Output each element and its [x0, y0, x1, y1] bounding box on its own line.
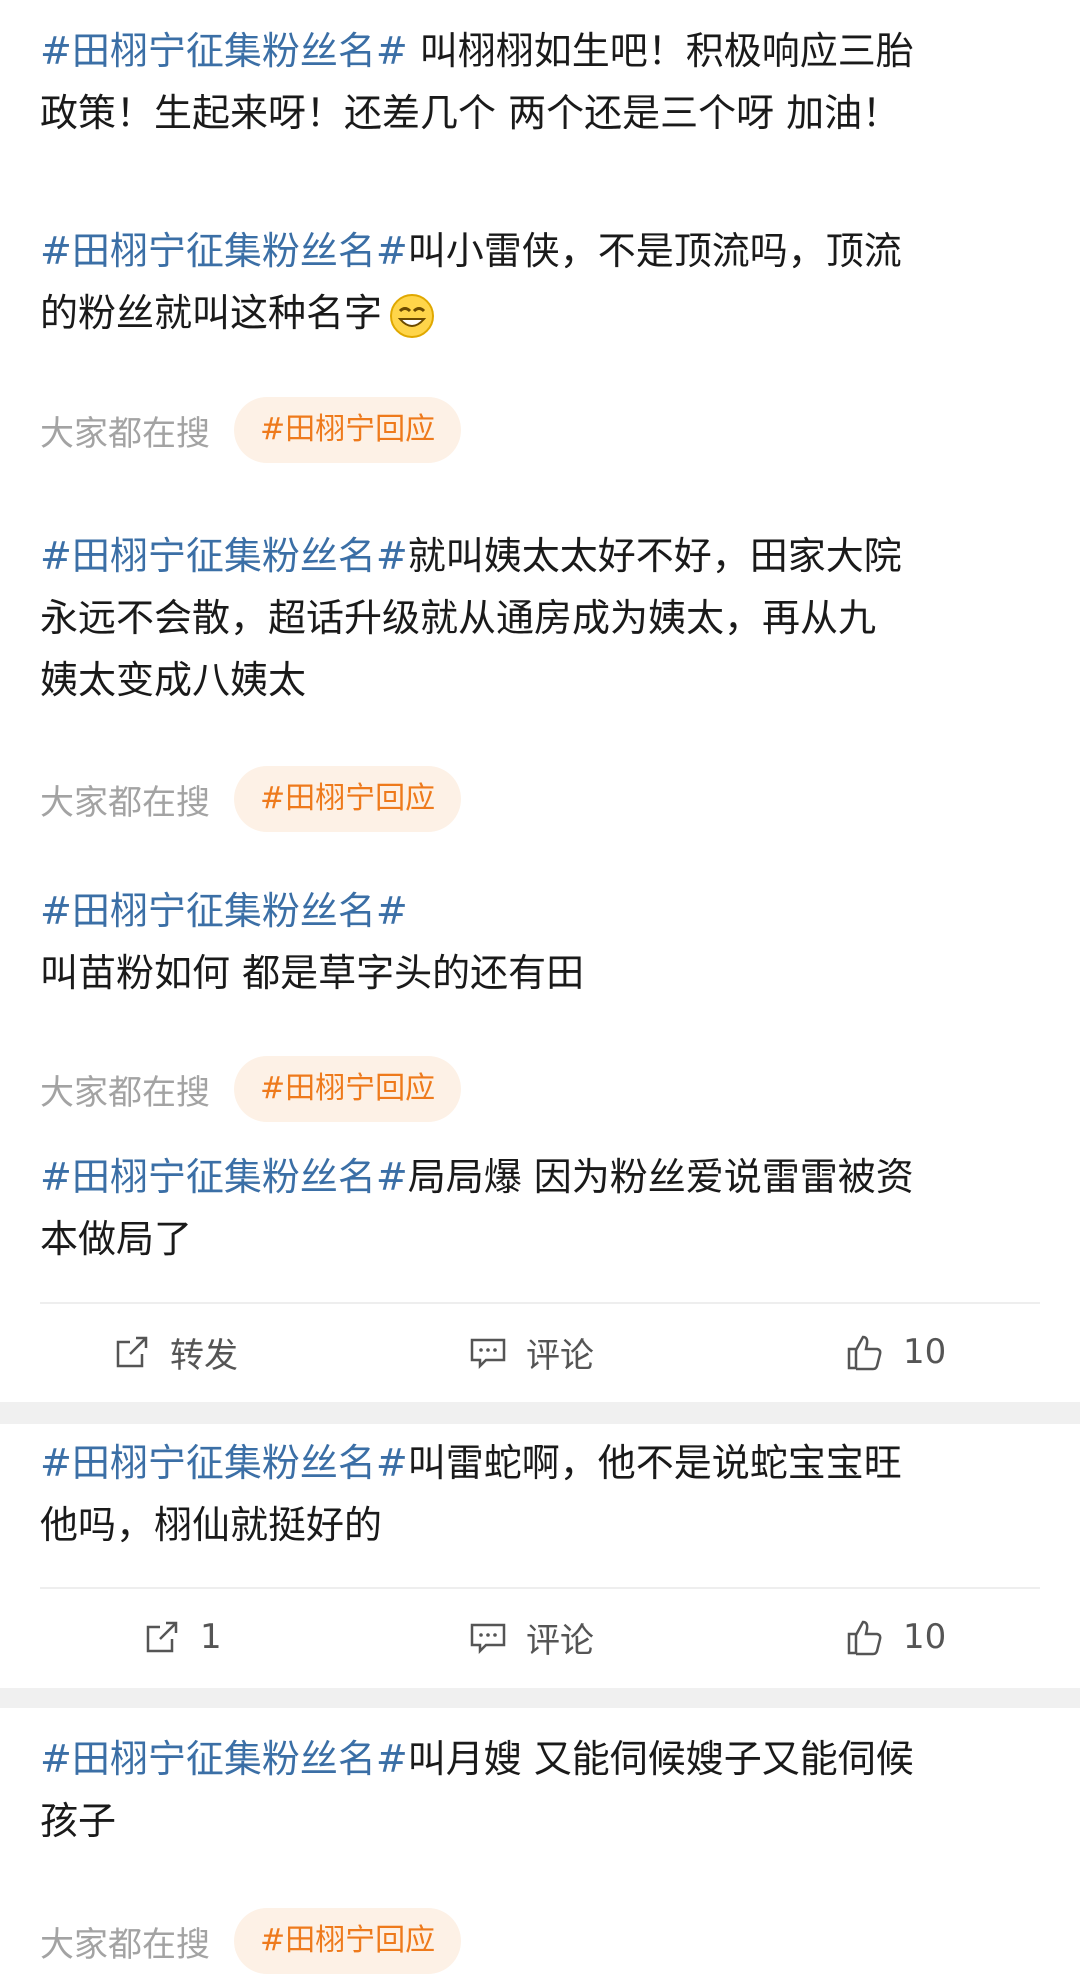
- post-text-line: 叫月嫂 又能伺候嫂子又能伺候: [407, 1737, 914, 1781]
- post-3: #田栩宁征集粉丝名#就叫姨太太好不好，田家大院 永远不会散，超话升级就从通房成为…: [40, 525, 1050, 711]
- trending-search-tag[interactable]: #田栩宁回应: [234, 1908, 462, 1974]
- thumbs-up-icon: [847, 1620, 882, 1656]
- post-text-line: 叫苗粉如何 都是草字头的还有田: [40, 951, 585, 995]
- thumbs-up-icon: [847, 1335, 882, 1371]
- post-4: #田栩宁征集粉丝名# 叫苗粉如何 都是草字头的还有田: [40, 880, 1050, 1004]
- divider: [40, 1587, 1040, 1589]
- post-text-line: 局局爆 因为粉丝爱说雷雷被资: [407, 1155, 914, 1199]
- trending-search-row: 大家都在搜 #田栩宁回应: [40, 1056, 462, 1122]
- post-text: #田栩宁征集粉丝名#叫小雷侠，不是顶流吗，顶流 的粉丝就叫这种名字: [40, 220, 1050, 344]
- trending-search-label: 大家都在搜: [40, 1072, 210, 1113]
- post-text: #田栩宁征集粉丝名#就叫姨太太好不好，田家大院 永远不会散，超话升级就从通房成为…: [40, 525, 1050, 711]
- repost-label: 转发: [170, 1335, 238, 1376]
- post-text: #田栩宁征集粉丝名# 叫栩栩如生吧！积极响应三胎 政策！生起来呀！还差几个 两个…: [40, 20, 1050, 144]
- comment-button[interactable]: 评论: [468, 1607, 594, 1667]
- post-text-line: 叫栩栩如生吧！积极响应三胎: [407, 29, 914, 73]
- post-2: #田栩宁征集粉丝名#叫小雷侠，不是顶流吗，顶流 的粉丝就叫这种名字: [40, 220, 1050, 344]
- hashtag-link[interactable]: #田栩宁征集粉丝名#: [40, 534, 408, 578]
- grin-emoji-icon: [390, 293, 435, 338]
- post-text: #田栩宁征集粉丝名# 叫苗粉如何 都是草字头的还有田: [40, 880, 1050, 1004]
- post-7: #田栩宁征集粉丝名#叫月嫂 又能伺候嫂子又能伺候 孩子: [40, 1728, 1050, 1852]
- post-text-line: 姨太变成八姨太: [40, 658, 307, 702]
- repost-count: 1: [200, 1617, 222, 1657]
- post-text-line: 的粉丝就叫这种名字: [40, 291, 383, 335]
- repost-icon: [146, 1621, 178, 1653]
- repost-button[interactable]: 1: [142, 1607, 222, 1667]
- post-text-line: 政策！生起来呀！还差几个 两个还是三个呀 加油！: [40, 91, 901, 135]
- trending-search-row: 大家都在搜 #田栩宁回应: [40, 397, 462, 463]
- like-button[interactable]: 10: [845, 1322, 946, 1382]
- post-text-line: 叫雷蛇啊，他不是说蛇宝宝旺: [407, 1441, 902, 1485]
- post-separator: [0, 1402, 1080, 1424]
- post-text-line: 本做局了: [40, 1217, 193, 1261]
- repost-icon: [116, 1336, 148, 1368]
- post-text: #田栩宁征集粉丝名#局局爆 因为粉丝爱说雷雷被资 本做局了: [40, 1146, 1050, 1270]
- post-5: #田栩宁征集粉丝名#局局爆 因为粉丝爱说雷雷被资 本做局了: [40, 1146, 1050, 1270]
- post-6: #田栩宁征集粉丝名#叫雷蛇啊，他不是说蛇宝宝旺 他吗，栩仙就挺好的: [40, 1432, 1050, 1556]
- trending-search-row: 大家都在搜 #田栩宁回应: [40, 766, 462, 832]
- post-text-line: 他吗，栩仙就挺好的: [40, 1503, 383, 1547]
- trending-search-tag[interactable]: #田栩宁回应: [234, 397, 462, 463]
- comment-button[interactable]: 评论: [468, 1322, 594, 1382]
- like-count: 10: [903, 1617, 947, 1657]
- post-1: #田栩宁征集粉丝名# 叫栩栩如生吧！积极响应三胎 政策！生起来呀！还差几个 两个…: [40, 20, 1050, 144]
- post-text-line: 永远不会散，超话升级就从通房成为姨太，再从九: [40, 596, 877, 640]
- trending-search-label: 大家都在搜: [40, 1924, 210, 1965]
- hashtag-link[interactable]: #田栩宁征集粉丝名#: [40, 889, 408, 933]
- trending-search-label: 大家都在搜: [40, 782, 210, 823]
- action-bar: 转发 评论 10: [0, 1322, 1080, 1382]
- post-text: #田栩宁征集粉丝名#叫月嫂 又能伺候嫂子又能伺候 孩子: [40, 1728, 1050, 1852]
- comment-label: 评论: [526, 1335, 594, 1376]
- hashtag-link[interactable]: #田栩宁征集粉丝名#: [40, 1441, 408, 1485]
- trending-search-row: 大家都在搜 #田栩宁回应: [40, 1908, 462, 1974]
- hashtag-link[interactable]: #田栩宁征集粉丝名#: [40, 1155, 408, 1199]
- post-text: #田栩宁征集粉丝名#叫雷蛇啊，他不是说蛇宝宝旺 他吗，栩仙就挺好的: [40, 1432, 1050, 1556]
- comment-icon: [470, 1623, 506, 1655]
- post-text-line: 就叫姨太太好不好，田家大院: [407, 534, 902, 578]
- post-text-line: 孩子: [40, 1799, 117, 1843]
- like-count: 10: [903, 1332, 947, 1372]
- hashtag-link[interactable]: #田栩宁征集粉丝名#: [40, 29, 408, 73]
- trending-search-tag[interactable]: #田栩宁回应: [234, 766, 462, 832]
- action-bar: 1 评论 10: [0, 1607, 1080, 1667]
- divider: [40, 1302, 1040, 1304]
- comment-icon: [470, 1338, 506, 1370]
- hashtag-link[interactable]: #田栩宁征集粉丝名#: [40, 229, 408, 273]
- like-button[interactable]: 10: [845, 1607, 946, 1667]
- repost-button[interactable]: 转发: [112, 1322, 238, 1382]
- trending-search-tag[interactable]: #田栩宁回应: [234, 1056, 462, 1122]
- post-separator: [0, 1688, 1080, 1708]
- post-text-line: 叫小雷侠，不是顶流吗，顶流: [407, 229, 902, 273]
- trending-search-label: 大家都在搜: [40, 413, 210, 454]
- comment-label: 评论: [526, 1620, 594, 1661]
- hashtag-link[interactable]: #田栩宁征集粉丝名#: [40, 1737, 408, 1781]
